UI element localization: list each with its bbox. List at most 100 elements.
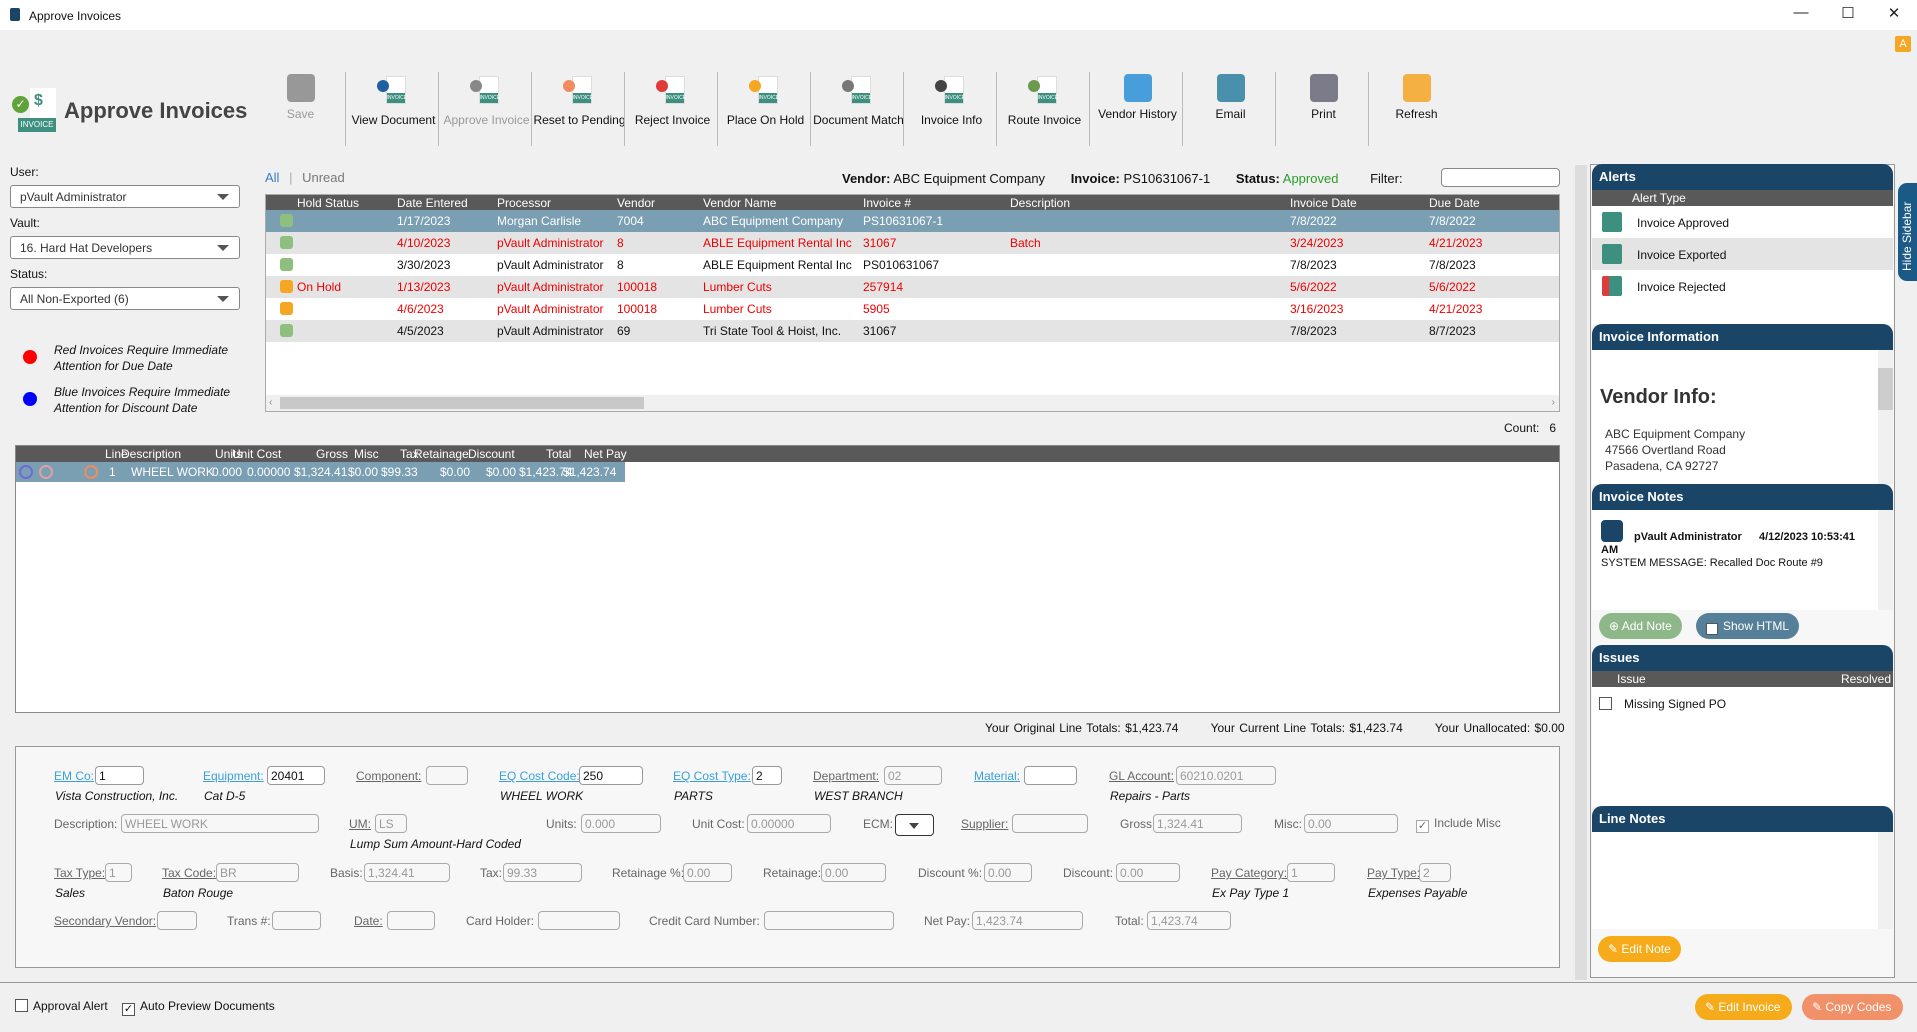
- line-item-row[interactable]: 1 WHEEL WORK 0.000 0.00000 $1,324.41 $0.00 $99…: [16, 462, 625, 482]
- dollar-icon[interactable]: [39, 465, 53, 479]
- table-row[interactable]: 4/10/2023 pVault Administrator 8 ABLE Equip…: [266, 232, 1559, 254]
- reject-invoice-button[interactable]: Reject Invoice: [626, 70, 719, 150]
- column-header[interactable]: Vendor: [617, 196, 655, 210]
- eq-cost-code-input[interactable]: 250: [579, 766, 643, 785]
- column-header[interactable]: Invoice Date: [1290, 196, 1357, 210]
- place-on-hold-button[interactable]: Place On Hold: [719, 70, 812, 150]
- retainage-pct-input[interactable]: 0.00: [683, 863, 732, 882]
- route-invoice-button[interactable]: Route Invoice: [998, 70, 1091, 150]
- secondary-vendor-input[interactable]: [157, 911, 197, 930]
- column-header[interactable]: Due Date: [1429, 196, 1480, 210]
- approval-alert-checkbox[interactable]: Approval Alert: [15, 999, 108, 1013]
- scrollbar-thumb[interactable]: [280, 397, 644, 409]
- email-button[interactable]: Email: [1184, 70, 1277, 150]
- discount-pct-input[interactable]: 0.00: [984, 863, 1032, 882]
- column-header[interactable]: Net Pay: [584, 447, 627, 461]
- tax-type-label[interactable]: Tax Type:: [54, 866, 105, 880]
- material-label[interactable]: Material:: [974, 769, 1020, 783]
- date-input[interactable]: [387, 911, 435, 930]
- date-label[interactable]: Date:: [354, 914, 383, 928]
- pay-type-label[interactable]: Pay Type:: [1367, 866, 1420, 880]
- supplier-input[interactable]: [1012, 814, 1088, 833]
- gl-account-input[interactable]: 60210.0201: [1176, 766, 1276, 785]
- include-misc-checkbox[interactable]: ✓ Include Misc: [1416, 816, 1501, 833]
- department-input[interactable]: 02: [884, 766, 942, 785]
- ecm-input[interactable]: [895, 814, 934, 836]
- hide-sidebar-tab[interactable]: Hide Sidebar: [1898, 183, 1917, 281]
- material-input[interactable]: [1024, 766, 1077, 785]
- equipment-label[interactable]: Equipment:: [203, 769, 264, 783]
- em-co-label[interactable]: EM Co:: [54, 769, 94, 783]
- horizontal-scrollbar[interactable]: ‹ ›: [266, 395, 1559, 411]
- column-header[interactable]: Vendor Name: [703, 196, 776, 210]
- column-header[interactable]: Unit Cost: [232, 447, 281, 461]
- um-label[interactable]: UM:: [349, 817, 371, 831]
- tax-input[interactable]: 99.33: [503, 863, 582, 882]
- minimize-button[interactable]: —: [1781, 4, 1821, 26]
- notification-icon[interactable]: A: [1895, 36, 1911, 52]
- document-match-button[interactable]: Document Match: [812, 70, 905, 150]
- component-label[interactable]: Component:: [356, 769, 421, 783]
- tax-type-input[interactable]: 1: [105, 863, 132, 882]
- refresh-button[interactable]: Refresh: [1370, 70, 1463, 150]
- table-row[interactable]: 1/17/2023 Morgan Carlisle 7004 ABC Equipmen…: [266, 210, 1559, 232]
- line-notes-panel[interactable]: [1592, 832, 1893, 929]
- view-document-button[interactable]: View Document: [347, 70, 440, 150]
- um-input[interactable]: LS: [375, 814, 407, 833]
- route-icon[interactable]: [19, 465, 33, 479]
- info-scrollbar[interactable]: [1878, 350, 1893, 484]
- question-icon[interactable]: [84, 465, 98, 479]
- eq-cost-type-label[interactable]: EQ Cost Type:: [673, 769, 751, 783]
- status-select[interactable]: All Non-Exported (6): [10, 287, 240, 310]
- unit-cost-input[interactable]: 0.00000: [747, 814, 831, 833]
- close-button[interactable]: ✕: [1874, 4, 1914, 26]
- invoice-info-button[interactable]: Invoice Info: [905, 70, 998, 150]
- alert-item[interactable]: Invoice Exported: [1592, 238, 1893, 270]
- secondary-vendor-label[interactable]: Secondary Vendor:: [54, 914, 156, 928]
- supplier-label[interactable]: Supplier:: [961, 817, 1008, 831]
- table-row[interactable]: 4/6/2023 pVault Administrator 100018 Lumber…: [266, 298, 1559, 320]
- copy-codes-button[interactable]: ✎ Copy Codes: [1802, 994, 1903, 1020]
- table-row[interactable]: 3/30/2023 pVault Administrator 8 ABLE Equip…: [266, 254, 1559, 276]
- gross-input[interactable]: 1,324.41: [1153, 814, 1242, 833]
- gl-account-label[interactable]: GL Account:: [1109, 769, 1174, 783]
- misc-input[interactable]: 0.00: [1304, 814, 1398, 833]
- filter-input[interactable]: [1441, 168, 1560, 187]
- department-label[interactable]: Department:: [813, 769, 879, 783]
- column-header[interactable]: Retainage: [414, 447, 469, 461]
- column-header[interactable]: Gross: [316, 447, 348, 461]
- tab-unread[interactable]: Unread: [302, 170, 345, 185]
- vendor-history-button[interactable]: Vendor History: [1091, 70, 1184, 150]
- column-header[interactable]: Total: [546, 447, 571, 461]
- maximize-button[interactable]: ☐: [1828, 4, 1868, 26]
- trans-input[interactable]: [272, 911, 321, 930]
- show-html-toggle[interactable]: ✓ Show HTML: [1696, 613, 1800, 639]
- pay-category-input[interactable]: 1: [1287, 863, 1335, 882]
- card-holder-input[interactable]: [538, 911, 620, 930]
- main-vertical-scrollbar[interactable]: [1575, 165, 1587, 980]
- cc-number-input[interactable]: [764, 911, 894, 930]
- notes-scrollbar[interactable]: [1878, 510, 1893, 610]
- user-select[interactable]: pVault Administrator: [10, 185, 240, 208]
- table-row[interactable]: 4/5/2023 pVault Administrator 69 Tri State …: [266, 320, 1559, 342]
- pay-type-input[interactable]: 2: [1419, 863, 1451, 882]
- tax-code-input[interactable]: BR: [216, 863, 299, 882]
- issue-item[interactable]: Missing Signed PO: [1599, 697, 1726, 711]
- column-header[interactable]: Description: [121, 447, 181, 461]
- discount-input[interactable]: 0.00: [1116, 863, 1180, 882]
- total-input[interactable]: 1,423.74: [1147, 911, 1231, 930]
- column-header[interactable]: Processor: [497, 196, 551, 210]
- edit-invoice-button[interactable]: ✎ Edit Invoice: [1695, 994, 1792, 1020]
- column-header[interactable]: Invoice #: [863, 196, 911, 210]
- units-input[interactable]: 0.000: [581, 814, 661, 833]
- tab-all[interactable]: All: [265, 170, 279, 185]
- eq-cost-type-input[interactable]: 2: [752, 766, 782, 785]
- column-header[interactable]: Date Entered: [397, 196, 468, 210]
- component-input[interactable]: [426, 766, 468, 785]
- vault-select[interactable]: 16. Hard Hat Developers: [10, 236, 240, 259]
- alert-item[interactable]: Invoice Approved: [1592, 206, 1893, 238]
- description-input[interactable]: WHEEL WORK: [121, 814, 319, 833]
- column-header[interactable]: Misc: [354, 447, 379, 461]
- eq-cost-code-label[interactable]: EQ Cost Code:: [499, 769, 580, 783]
- tax-code-label[interactable]: Tax Code:: [162, 866, 216, 880]
